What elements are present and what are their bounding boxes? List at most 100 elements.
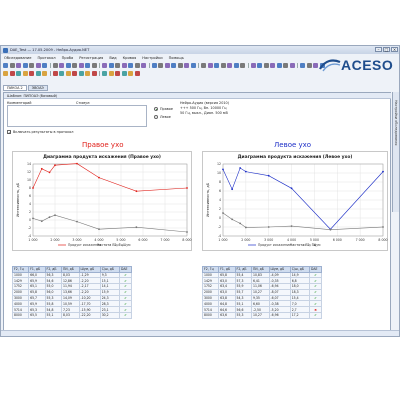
undo-icon[interactable] [121,70,127,76]
undo-icon[interactable] [52,62,58,68]
zoom-icon[interactable] [65,62,71,68]
data-point [382,170,384,173]
chart-icon[interactable] [300,62,305,68]
new-icon[interactable] [214,62,219,68]
y-tick-label: -2 [28,226,31,230]
copy-icon[interactable] [108,70,114,76]
menu-item-exam[interactable]: Обследование [4,56,31,60]
save-icon[interactable] [85,70,90,76]
print-icon[interactable] [22,62,28,68]
paste-icon[interactable] [42,62,47,68]
x-tick-label: 3 000 [72,238,81,242]
menu-item-curve[interactable]: Кривая [123,56,137,60]
paste-icon[interactable] [151,62,157,68]
redo-icon[interactable] [128,70,133,76]
redo-icon[interactable] [164,62,170,68]
settings-icon[interactable] [91,62,97,68]
ear-right-radio[interactable] [154,107,158,111]
include-protocol-label: Включать результаты в протокол [13,130,74,134]
logo-swoosh-icon [319,59,341,72]
settings-icon[interactable] [201,62,206,68]
menu-item-protocol[interactable]: Протокол [37,56,55,60]
redo-icon[interactable] [59,62,64,68]
zoom-icon[interactable] [171,62,176,68]
menu-item-test[interactable]: Проба [62,56,74,60]
cut-icon[interactable] [102,70,107,76]
menu-item-settings[interactable]: Настройки [142,56,162,60]
tab-pikoa2[interactable]: ПИКОА 2 [3,85,27,91]
copy-icon[interactable] [3,70,8,76]
copy-icon[interactable] [250,62,256,68]
table-row[interactable]: 8000 63,6 55,3 10,27 -6,96 17,2 ✔ [201,312,322,319]
table-row[interactable]: 8000 65,5 55,1 8,03 -22,20 30,2 ✔ [11,312,132,319]
x-tick-label: 6 000 [333,238,342,242]
menu-item-view[interactable]: Вид [109,56,116,60]
chart-icon[interactable] [52,70,58,76]
help-icon[interactable] [102,62,107,68]
ear-left-radio[interactable] [154,115,158,119]
data-point [290,187,293,190]
cut-icon[interactable] [29,62,34,68]
help-icon[interactable] [207,62,213,68]
undo-icon[interactable] [263,62,269,68]
ear-left-label: Левое [160,115,171,119]
menu-item-help[interactable]: Помощь [169,56,184,60]
right-chart-svg: -4-2024681012141 000 2 000 3 000 4 000 5 000… [16,162,192,247]
data-point [222,168,224,171]
close-button[interactable]: × [391,47,398,52]
new-icon[interactable] [72,70,77,76]
side-panel[interactable]: Настройки обследования [392,92,399,212]
print-icon[interactable] [91,70,97,76]
undo-icon[interactable] [158,62,163,68]
chart-icon[interactable] [190,62,196,68]
play-icon[interactable] [283,62,288,68]
undo-icon[interactable] [16,70,21,76]
menu-item-registration[interactable]: Регистрация [79,56,103,60]
tab-evoae[interactable]: ЭВОАЭ [27,85,48,91]
settings-icon[interactable] [306,62,312,68]
open-icon[interactable] [9,62,15,68]
play-icon[interactable] [177,62,183,68]
print-icon[interactable] [128,62,133,68]
save-icon[interactable] [121,62,127,68]
save-icon[interactable] [227,62,232,68]
copy-icon[interactable] [35,62,41,68]
paste-icon[interactable] [115,70,120,76]
maximize-button[interactable]: □ [383,47,390,52]
main-content: Шаблон: ПИПОАЭ (базовый) Комментарий Сти… [3,92,391,336]
zoom-icon[interactable] [276,62,282,68]
stop-icon[interactable] [289,62,295,68]
new-icon[interactable] [108,62,114,68]
play-icon[interactable] [72,62,77,68]
paste-icon[interactable] [9,70,15,76]
settings-icon[interactable] [59,70,64,76]
help-icon[interactable] [65,70,71,76]
x-tick-label: 1 000 [28,238,37,242]
chart-icon[interactable] [85,62,90,68]
help-icon[interactable] [313,62,318,68]
include-protocol-checkbox[interactable]: ✓ [7,130,11,135]
zoom-icon[interactable] [29,70,34,76]
open-icon[interactable] [78,70,84,76]
redo-icon[interactable] [270,62,275,68]
comment-field[interactable] [7,105,147,127]
redo-icon[interactable] [22,70,28,76]
cut-icon[interactable] [240,62,245,68]
zoom-icon[interactable] [134,70,140,76]
stop-icon[interactable] [42,70,47,76]
minimize-button[interactable]: – [375,47,382,52]
open-icon[interactable] [115,62,120,68]
play-icon[interactable] [35,70,41,76]
data-point [244,226,247,229]
new-icon[interactable] [3,62,8,68]
cut-icon[interactable] [134,62,140,68]
copy-icon[interactable] [141,62,146,68]
data-point [231,188,234,191]
print-icon[interactable] [233,62,239,68]
open-icon[interactable] [220,62,226,68]
save-icon[interactable] [16,62,21,68]
stop-icon[interactable] [78,62,84,68]
device-info-line-3: 50 Гц, выкл., Диап. 500 мВ [180,111,228,115]
stop-icon[interactable] [184,62,189,68]
paste-icon[interactable] [257,62,262,68]
